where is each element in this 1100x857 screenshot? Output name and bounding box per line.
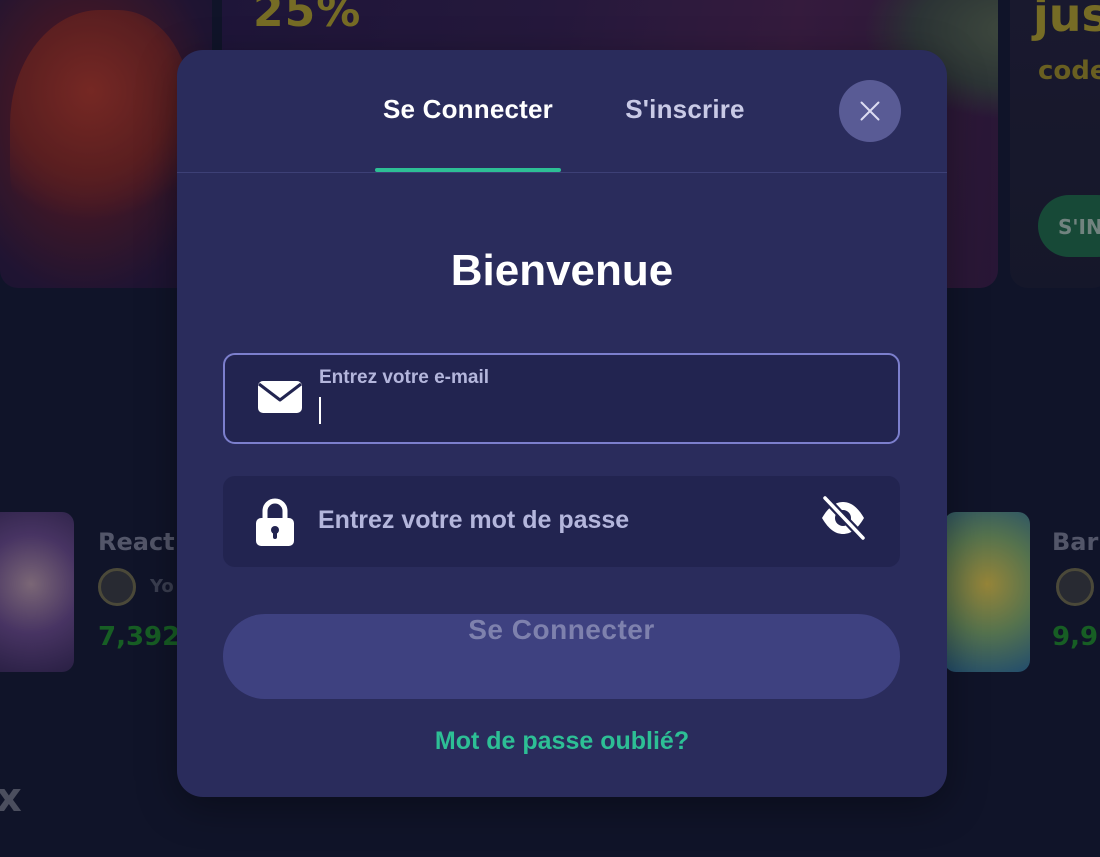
- lock-icon: [256, 498, 294, 546]
- login-submit-button[interactable]: Se Connecter: [223, 614, 900, 699]
- login-modal: Se Connecter S'inscrire Bienvenue Entrez…: [177, 50, 947, 797]
- close-icon[interactable]: [839, 80, 901, 142]
- text-caret: [319, 397, 321, 424]
- login-submit-label: Se Connecter: [468, 614, 655, 645]
- tab-login[interactable]: Se Connecter: [375, 94, 561, 173]
- forgot-password-link[interactable]: Mot de passe oublié?: [177, 727, 947, 756]
- page-title: Bienvenue: [450, 246, 674, 295]
- eye-slash-icon[interactable]: [819, 494, 867, 542]
- email-field[interactable]: Entrez votre e-mail: [223, 353, 900, 444]
- tab-register[interactable]: S'inscrire: [623, 94, 747, 173]
- active-tab-indicator: [375, 168, 561, 172]
- auth-tabs: Se Connecter S'inscrire: [177, 50, 947, 173]
- password-placeholder: Entrez votre mot de passe: [318, 506, 630, 534]
- envelope-icon: [258, 381, 302, 413]
- password-field[interactable]: Entrez votre mot de passe: [223, 476, 900, 567]
- email-label: Entrez votre e-mail: [319, 367, 489, 388]
